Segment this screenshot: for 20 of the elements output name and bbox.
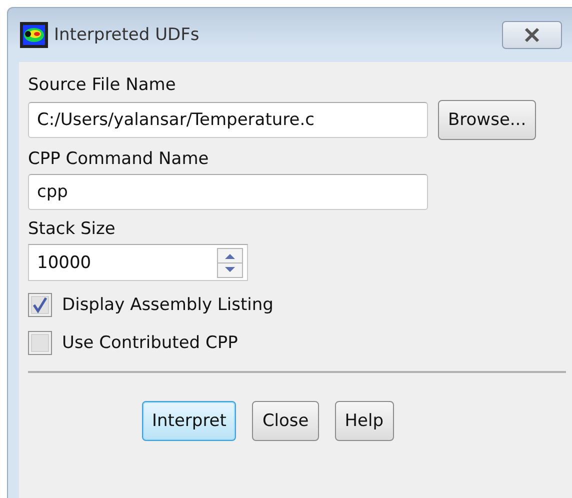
cpp-command-field[interactable]: cpp	[28, 174, 428, 210]
field-label: CPP Command Name	[28, 148, 210, 170]
checkbox-label: Display Assembly Listing	[62, 294, 274, 316]
window-title: Interpreted UDFs	[54, 25, 200, 45]
checkbox[interactable]	[28, 331, 52, 355]
checkbox[interactable]	[28, 293, 52, 317]
dialog-button[interactable]: Close	[252, 401, 319, 441]
spinner-icon[interactable]	[217, 248, 243, 278]
close-icon	[523, 27, 541, 43]
field-label: Source File Name	[28, 74, 177, 96]
browse-button[interactable]: Browse...	[438, 100, 536, 140]
app-icon	[20, 22, 48, 48]
dialog-button[interactable]: Help	[334, 401, 394, 441]
checkbox-label: Use Contributed CPP	[62, 332, 238, 354]
stack-size-spinbox[interactable]: 10000	[28, 244, 248, 281]
source-file-field[interactable]: C:/Users/yalansar/Temperature.c	[28, 102, 428, 138]
close-button[interactable]	[502, 21, 562, 49]
stack-size-field[interactable]: 10000	[29, 252, 217, 272]
field-label: Stack Size	[28, 218, 116, 240]
dialog-button[interactable]: Interpret	[142, 401, 236, 441]
